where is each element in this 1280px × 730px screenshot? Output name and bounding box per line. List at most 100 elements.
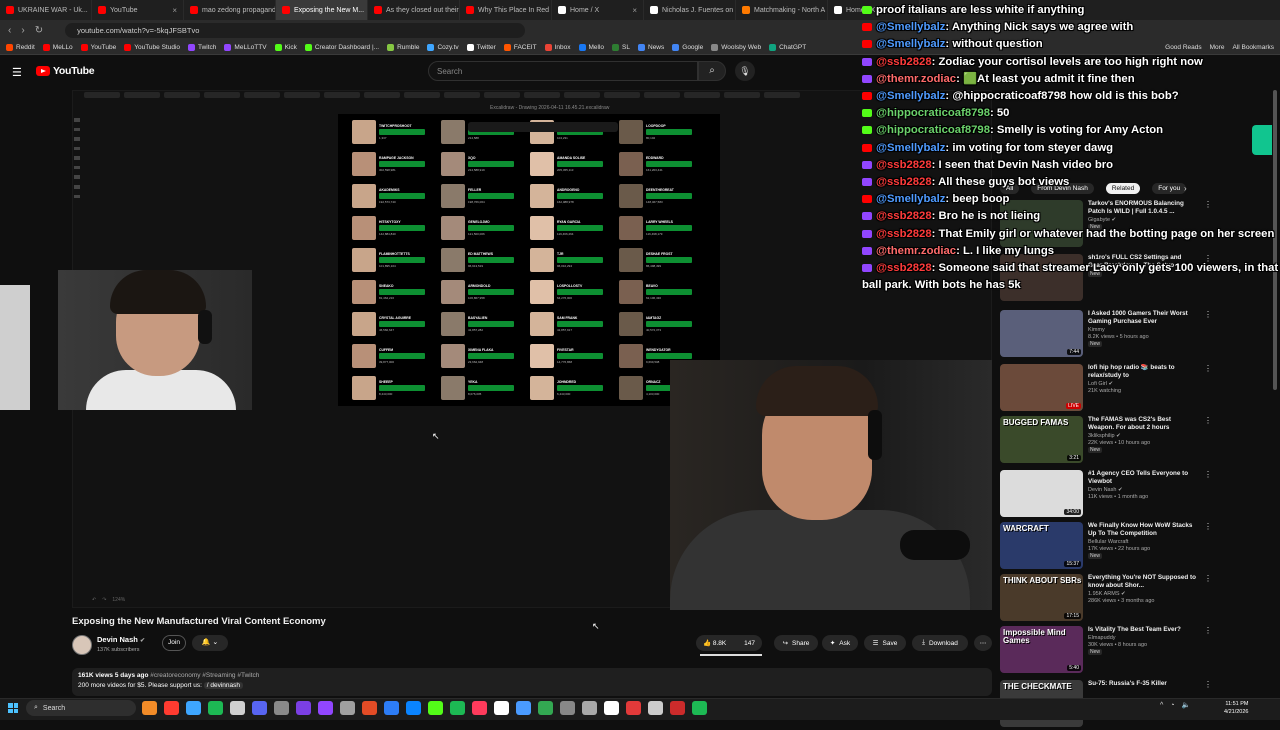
mic-icon[interactable]: 🎙 — [735, 61, 755, 81]
video-title[interactable]: Is Vitality The Best Team Ever? — [1088, 626, 1196, 634]
like-button[interactable]: 👍 8.8K — [703, 639, 726, 647]
bookmark-item[interactable]: YouTube — [81, 44, 117, 51]
video-title[interactable]: I Asked 1000 Gamers Their Worst Gaming P… — [1088, 310, 1196, 326]
taskbar-app-icon[interactable] — [362, 701, 377, 715]
video-channel[interactable]: Devin Nash ✔ — [1088, 487, 1196, 493]
youtube-logo[interactable]: YouTube — [36, 65, 94, 77]
bookmark-item[interactable]: Cozy.tv — [427, 44, 458, 51]
browser-tab[interactable]: YouTube× — [92, 0, 184, 20]
video-channel[interactable]: Lofi Girl ✔ — [1088, 381, 1196, 387]
wifi-icon[interactable]: ◔ — [1170, 702, 1174, 709]
more-options-icon[interactable]: ⋮ — [1204, 416, 1212, 466]
bookmark-item[interactable]: ChatGPT — [769, 44, 806, 51]
more-options-icon[interactable]: ⋮ — [1204, 626, 1212, 676]
bookmark-item[interactable]: Kick — [275, 44, 297, 51]
dislike-button[interactable]: 147 — [744, 640, 755, 647]
more-options-icon[interactable]: ⋮ — [1204, 310, 1212, 360]
video-channel[interactable]: Elmapuddy — [1088, 635, 1196, 641]
video-thumbnail[interactable]: WARCRAFT15:37 — [1000, 522, 1083, 569]
bookmark-item[interactable]: Reddit — [6, 44, 35, 51]
video-channel[interactable]: 1.95K ARMS ✔ — [1088, 591, 1196, 597]
video-thumbnail[interactable]: 34:00 — [1000, 470, 1083, 517]
bookmark-item[interactable]: Twitch — [188, 44, 216, 51]
video-thumbnail[interactable]: LIVE — [1000, 364, 1083, 411]
taskbar-app-icon[interactable] — [406, 701, 421, 715]
taskbar-search[interactable]: ⌕Search — [26, 700, 136, 716]
back-icon[interactable]: ‹ — [8, 25, 11, 36]
ask-button[interactable]: ✦Ask — [822, 635, 858, 651]
join-button[interactable]: Join — [162, 635, 186, 651]
channel-avatar[interactable] — [72, 635, 92, 655]
bookmark-item[interactable]: Creator Dashboard |... — [305, 44, 379, 51]
bookmark-item[interactable]: MeLLoTTV — [224, 44, 266, 51]
share-button[interactable]: ↪Share — [774, 635, 818, 651]
more-options-icon[interactable]: ⋮ — [1204, 522, 1212, 572]
taskbar-app-icon[interactable] — [142, 701, 157, 715]
bookmark-item[interactable]: Google — [672, 44, 703, 51]
video-channel[interactable]: 3kliksphilip ✔ — [1088, 433, 1196, 439]
url-field[interactable]: youtube.com/watch?v=-5kqJFSBTvo — [65, 23, 525, 38]
browser-tab[interactable]: Matchmaking - North A× — [736, 0, 828, 20]
video-channel[interactable]: Kimmy — [1088, 327, 1196, 333]
video-thumbnail[interactable]: THINK ABOUT SBRs17:15 — [1000, 574, 1083, 621]
tray-overflow-icon[interactable]: ^ — [1160, 702, 1163, 709]
more-options-icon[interactable]: ⋮ — [1204, 364, 1212, 414]
taskbar-app-icon[interactable] — [428, 701, 443, 715]
recommended-video[interactable]: BUGGED FAMAS3:21 The FAMAS was CS2's Best… — [1000, 416, 1212, 466]
video-title[interactable]: The FAMAS was CS2's Best Weapon. For abo… — [1088, 416, 1196, 432]
bookmark-item[interactable]: Woolsby Web — [711, 44, 761, 51]
bookmark-item[interactable]: FACEIT — [504, 44, 537, 51]
browser-tab[interactable]: Why This Place In Red D× — [460, 0, 552, 20]
like-dislike-button[interactable]: 👍 8.8K 147 — [696, 635, 762, 651]
tab-close-icon[interactable]: × — [632, 6, 637, 15]
taskbar-app-icon[interactable] — [208, 701, 223, 715]
reload-icon[interactable]: ↻ — [35, 25, 43, 36]
browser-tab[interactable]: Home / X× — [552, 0, 644, 20]
taskbar-app-icon[interactable] — [648, 701, 663, 715]
taskbar-app-icon[interactable] — [494, 701, 509, 715]
bookmark-item[interactable]: Mello — [579, 44, 605, 51]
taskbar-app-icon[interactable] — [340, 701, 355, 715]
taskbar-app-icon[interactable] — [274, 701, 289, 715]
taskbar-app-icon[interactable] — [472, 701, 487, 715]
forward-icon[interactable]: › — [21, 25, 24, 36]
volume-icon[interactable]: 🔈 — [1182, 701, 1191, 709]
taskbar-app-icon[interactable] — [538, 701, 553, 715]
taskbar-app-icon[interactable] — [692, 701, 707, 715]
taskbar-app-icon[interactable] — [560, 701, 575, 715]
bookmark-item[interactable]: News — [638, 44, 664, 51]
windows-start-icon[interactable] — [8, 703, 18, 713]
taskbar-app-icon[interactable] — [252, 701, 267, 715]
more-options-icon[interactable]: ⋮ — [1204, 470, 1212, 520]
video-thumbnail[interactable]: Impossible Mind Games5:40 — [1000, 626, 1083, 673]
video-title[interactable]: #1 Agency CEO Tells Everyone to Viewbot — [1088, 470, 1196, 486]
taskbar-app-icon[interactable] — [384, 701, 399, 715]
browser-tab[interactable]: mao zedong propagand...× — [184, 0, 276, 20]
description-link[interactable]: / devinnash — [204, 682, 243, 689]
recommended-video[interactable]: THINK ABOUT SBRs17:15Everything You're N… — [1000, 574, 1212, 624]
recommended-video[interactable]: 7:44 I Asked 1000 Gamers Their Worst Gami… — [1000, 310, 1212, 360]
taskbar-app-icon[interactable] — [670, 701, 685, 715]
video-title[interactable]: lofi hip hop radio 📚 beats to relax/stud… — [1088, 364, 1196, 380]
more-actions-button[interactable]: ⋯ — [974, 635, 992, 651]
video-thumbnail[interactable]: 7:44 — [1000, 310, 1083, 357]
download-button[interactable]: ⤓Download — [912, 635, 968, 651]
video-title[interactable]: We Finally Know How WoW Stacks Up To The… — [1088, 522, 1196, 538]
save-button[interactable]: ☰Save — [864, 635, 906, 651]
taskbar-app-icon[interactable] — [164, 701, 179, 715]
clock[interactable]: 11:51 PM4/21/2026 — [1224, 700, 1248, 716]
more-options-icon[interactable]: ⋮ — [1204, 574, 1212, 624]
subscribe-bell-button[interactable]: 🔔 ⌄ — [192, 635, 228, 651]
video-title[interactable]: Su-75: Russia's F-35 Killer — [1088, 680, 1196, 688]
bookmark-item[interactable]: YouTube Studio — [124, 44, 180, 51]
bookmark-item[interactable]: SL — [612, 44, 630, 51]
taskbar-app-icon[interactable] — [582, 701, 597, 715]
taskbar-app-icon[interactable] — [450, 701, 465, 715]
bookmark-item[interactable]: Rumble — [387, 44, 419, 51]
search-icon[interactable]: ⌕ — [698, 61, 726, 81]
video-thumbnail[interactable]: BUGGED FAMAS3:21 — [1000, 416, 1083, 463]
browser-tab[interactable]: Nicholas J. Fuentes on X× — [644, 0, 736, 20]
tab-close-icon[interactable]: × — [172, 6, 177, 15]
browser-tab[interactable]: Exposing the New M...× — [276, 0, 368, 20]
bookmark-item[interactable]: Twitter — [467, 44, 496, 51]
